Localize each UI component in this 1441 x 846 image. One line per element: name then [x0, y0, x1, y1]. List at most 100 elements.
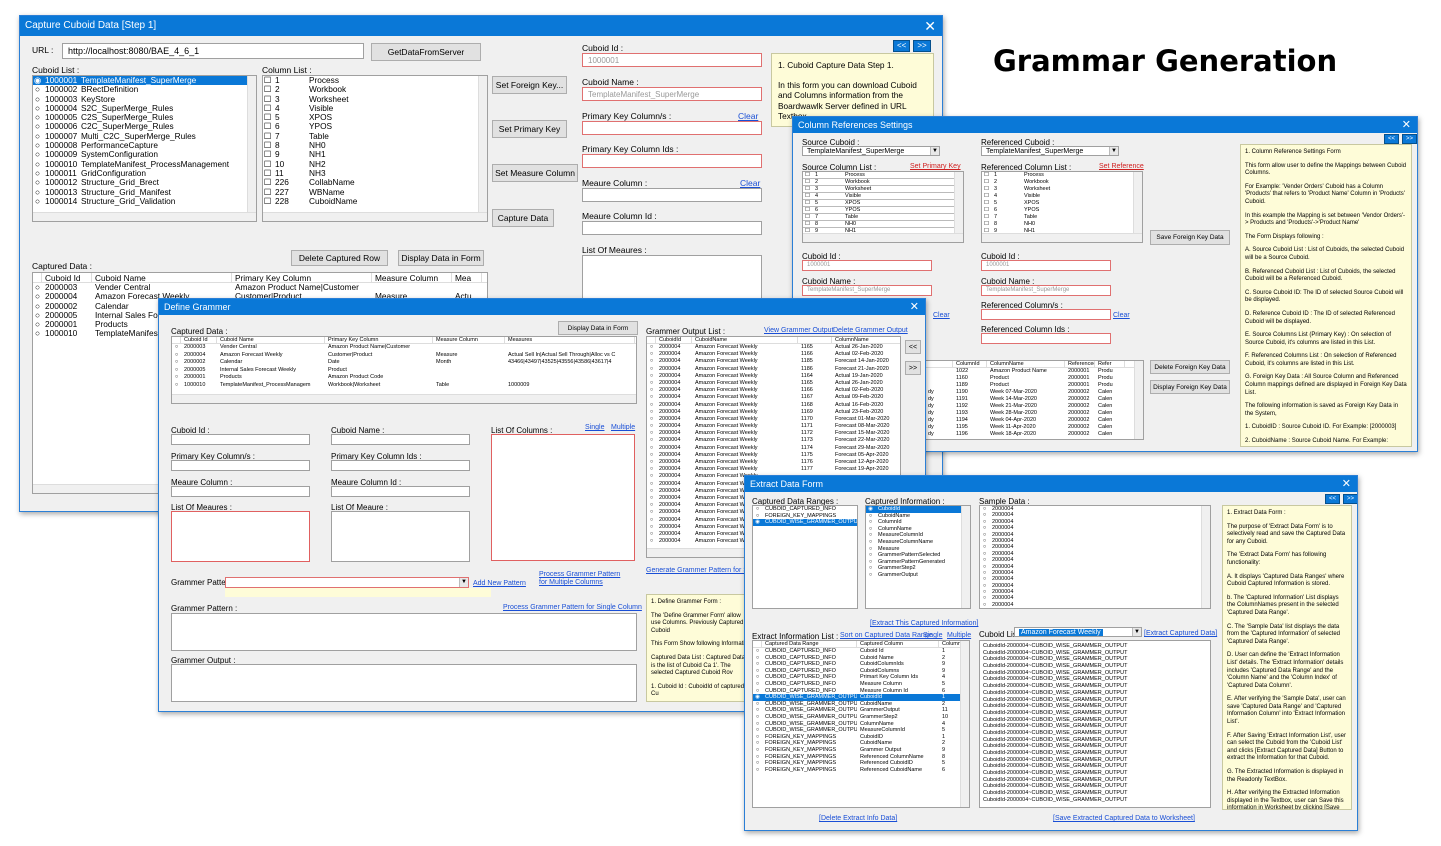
table-row[interactable]: ○ 2000004 Amazon Forecast Weekly 1169 Actual…: [647, 409, 900, 416]
table-row[interactable]: ○ CUBOID_CAPTURED_INFO Cuboid Name 2: [753, 655, 969, 662]
table-row[interactable]: ○ FOREIGN_KEY_MAPPINGS Referenced CuboidID…: [753, 760, 969, 767]
ref-column-list[interactable]: ☐ 1 Process ☐ 2 Workbook ☐ 3 Worksheet ☐ 4 Visible ☐…: [981, 171, 1143, 243]
pk-columns-field[interactable]: [171, 460, 310, 471]
set-reference-link[interactable]: Set Reference: [1099, 163, 1144, 170]
add-pattern-link[interactable]: Add New Pattern: [473, 580, 526, 587]
column-list-item[interactable]: ☐ 2 Workbook: [263, 85, 487, 94]
source-cuboid-id-field[interactable]: 1000001: [802, 260, 932, 271]
cuboid-list-item[interactable]: ○ 1000007 Multi_C2C_SuperMerge_Rules: [33, 132, 256, 141]
table-row[interactable]: ○ FOREIGN_KEY_MAPPINGS CuboidName 2: [753, 740, 969, 747]
column-list-item[interactable]: ☐ 1 Process: [803, 172, 963, 179]
grammer-pattern-select[interactable]: ▼: [225, 577, 469, 588]
table-row[interactable]: ○ 2000004 Amazon Forecast Weekly 1164 Actual…: [647, 373, 900, 380]
table-row[interactable]: ○ 2000004 Amazon Forecast Weekly 1165 Actual…: [647, 380, 900, 387]
display-foreign-key-button[interactable]: Display Foreign Key Data: [1150, 380, 1230, 394]
list-item[interactable]: ○ CUBOID_CAPTURED_INFO: [753, 506, 857, 513]
cuboid-name-field[interactable]: [331, 434, 470, 445]
cuboid-list-item[interactable]: ○ 1000003 KeyStore: [33, 95, 256, 104]
list-item[interactable]: ○ Measure: [866, 546, 970, 553]
column-list-item[interactable]: ☐ 5 XPOS: [803, 200, 963, 207]
display-data-button[interactable]: Display Data in Form: [558, 321, 638, 335]
list-item[interactable]: ○ ColumnName: [866, 526, 970, 533]
prev-output-button[interactable]: <<: [905, 340, 921, 354]
list-item[interactable]: ◉ CuboidId: [866, 506, 970, 513]
column-list-item[interactable]: ☐ 4 Visible: [803, 193, 963, 200]
generate-grammer-link[interactable]: Generate Grammer Pattern for Sele: [646, 567, 757, 574]
cuboid-list-item[interactable]: ○ 1000006 C2C_SuperMerge_Rules: [33, 122, 256, 131]
column-list-item[interactable]: ☐ 8 NH0: [263, 141, 487, 150]
close-icon[interactable]: ✕: [910, 299, 919, 315]
cuboid-list-item[interactable]: ○ 1000013 Structure_Grid_Manifest: [33, 188, 256, 197]
table-row[interactable]: dy 1194 Week 04-Apr-2020 2000002 Calen: [925, 417, 1143, 424]
ref-ids-field[interactable]: [981, 333, 1111, 344]
table-row[interactable]: ○ CUBOID_WISE_GRAMMER_OUTPUT CuboidName 2: [753, 701, 969, 708]
clear-source-link[interactable]: Clear: [933, 312, 950, 319]
column-list-item[interactable]: ☐ 6 YPOS: [982, 207, 1142, 214]
table-row[interactable]: ○ 2000003 Vender Central Amazon Product Nam…: [172, 344, 636, 352]
table-row[interactable]: ○ CUBOID_CAPTURED_INFO Measure Column Id 6: [753, 688, 969, 695]
close-icon[interactable]: ✕: [924, 16, 936, 36]
table-row[interactable]: ○ 2000004 Amazon Forecast Weekly 1186 Foreca…: [647, 366, 900, 373]
column-list-item[interactable]: ☐ 6 YPOS: [803, 207, 963, 214]
column-list-item[interactable]: ☐ 2 Workbook: [982, 179, 1142, 186]
column-list-item[interactable]: ☐ 10 NH2: [263, 160, 487, 169]
set-primary-key-button[interactable]: Set Primary Key: [492, 120, 567, 138]
table-row[interactable]: dy 1191 Week 14-Mar-2020 2000002 Calen: [925, 396, 1143, 403]
set-primary-key-link[interactable]: Set Primary Key: [910, 163, 961, 170]
table-row[interactable]: ○ 2000004 Amazon Forecast Weekly 1166 Actual…: [647, 387, 900, 394]
table-row[interactable]: ○ 2000004 Amazon Forecast Weekly 1185 Foreca…: [647, 358, 900, 365]
table-row[interactable]: ○ CUBOID_WISE_GRAMMER_OUTPUT GrammerStep2 1…: [753, 714, 969, 721]
list-item[interactable]: ○ MeasureColumnName: [866, 539, 970, 546]
table-row[interactable]: ◉ CUBOID_WISE_GRAMMER_OUTPUT CuboidId 1: [753, 694, 969, 701]
extract-captured-data-link[interactable]: [Extract Captured Data]: [1144, 630, 1217, 637]
column-list-item[interactable]: ☐ 8 NH0: [982, 221, 1142, 228]
column-list-item[interactable]: ☐ 4 Visible: [982, 193, 1142, 200]
pk-columns-field[interactable]: [582, 121, 762, 135]
source-column-list[interactable]: ☐ 1 Process ☐ 2 Workbook ☐ 3 Worksheet ☐ 4 Visible ☐…: [802, 171, 964, 243]
delete-foreign-key-button[interactable]: Delete Foreign Key Data: [1150, 360, 1230, 374]
cuboid-id-field[interactable]: 1000001: [582, 53, 762, 67]
list-item[interactable]: ○ GrammerStep2: [866, 565, 970, 572]
cuboid-list-item[interactable]: ○ 1000008 PerformanceCapture: [33, 141, 256, 150]
table-row[interactable]: dy 1196 Week 18-Apr-2020 2000002 Calen: [925, 431, 1143, 438]
delete-captured-row-button[interactable]: Delete Captured Row: [291, 250, 388, 266]
pk-ids-field[interactable]: [582, 154, 762, 168]
column-list-item[interactable]: ☐ 5 XPOS: [263, 113, 487, 122]
table-row[interactable]: ○ 2000004 Amazon Forecast Weekly 1173 Foreca…: [647, 437, 900, 444]
single-link[interactable]: Single: [585, 424, 604, 431]
cuboid-select[interactable]: Amazon Forecast Weekly ▼: [1014, 627, 1142, 637]
prev-button[interactable]: <<: [893, 40, 911, 52]
table-row[interactable]: ○ CUBOID_WISE_GRAMMER_OUTPUT MeasureColumn…: [753, 727, 969, 734]
column-list-item[interactable]: ☐ 7 Table: [803, 214, 963, 221]
column-list[interactable]: ☐ 1 Process ☐ 2 Workbook ☐ 3 Worksheet ☐ 4 Visible ☐…: [262, 75, 488, 222]
table-row[interactable]: ○ 2000004 Amazon Forecast Weekly 1171 Foreca…: [647, 423, 900, 430]
column-list-item[interactable]: ☐ 6 YPOS: [263, 122, 487, 131]
cuboid-list-item[interactable]: ○ 1000012 Structure_Grid_Brect: [33, 178, 256, 187]
column-list-item[interactable]: ☐ 226 CollabName: [263, 178, 487, 187]
table-row[interactable]: ○ 2000004 Amazon Forecast Weekly 1168 Actual…: [647, 402, 900, 409]
column-list-item[interactable]: ☐ 5 XPOS: [982, 200, 1142, 207]
table-row[interactable]: ○ 2000004 Amazon Forecast Weekly 1166 Actual…: [647, 351, 900, 358]
column-list-item[interactable]: ☐ 7 Table: [982, 214, 1142, 221]
list-item[interactable]: ○ CuboidName: [866, 513, 970, 520]
list-of-columns-box[interactable]: [491, 434, 635, 561]
close-icon[interactable]: ✕: [1402, 117, 1411, 133]
measure-id-field[interactable]: [582, 221, 762, 235]
column-list-item[interactable]: ☐ 228 CuboidName: [263, 197, 487, 206]
column-list-item[interactable]: ☐ 3 Worksheet: [982, 186, 1142, 193]
ref-cuboid-name-field[interactable]: TemplateManifest_SuperMerge: [981, 285, 1111, 296]
extract-captured-info-link[interactable]: [Extract This Captured Information]: [870, 620, 978, 627]
column-list-item[interactable]: ☐ 7 Table: [263, 132, 487, 141]
table-row[interactable]: ○ CUBOID_CAPTURED_INFO Measure Column 5: [753, 681, 969, 688]
table-row[interactable]: ○ 2000003 Vender Central Amazon Product Nam…: [33, 283, 487, 292]
table-row[interactable]: ○ 2000004 Amazon Forecast Weekly 1174 Foreca…: [647, 445, 900, 452]
list-measures-box[interactable]: [171, 511, 310, 562]
list-item[interactable]: ○ GrammerOutput: [866, 572, 970, 579]
table-row[interactable]: ○ 2000004 Amazon Forecast Weekly 1170 Foreca…: [647, 416, 900, 423]
cuboid-name-field[interactable]: TemplateManifest_SuperMerge: [582, 87, 762, 101]
captured-info-list[interactable]: ◉ CuboidId ○ CuboidName ○ ColumnId ○ ColumnName…: [865, 505, 971, 609]
table-row[interactable]: ○ CUBOID_CAPTURED_INFO Primart Key Column …: [753, 674, 969, 681]
foreign-key-table[interactable]: ColumnId ColumnName Referenced Refer 1022 Ama…: [924, 360, 1144, 440]
table-row[interactable]: ○ 2000004 Amazon Forecast Weekly 1165 Actual…: [647, 344, 900, 351]
column-list-item[interactable]: ☐ 1 Process: [263, 76, 487, 85]
